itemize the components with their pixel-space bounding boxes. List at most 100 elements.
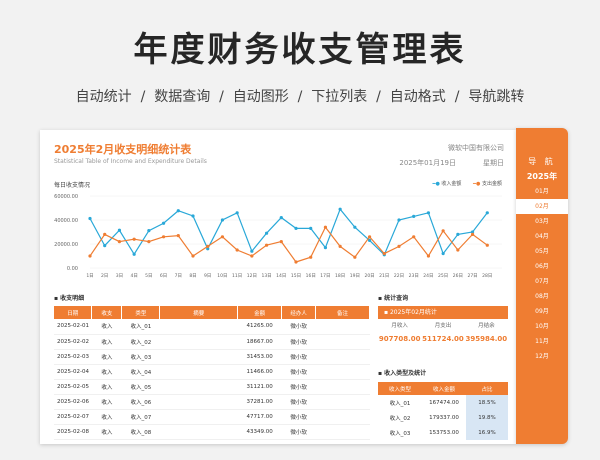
x-tick-label: 7日: [175, 273, 182, 279]
x-tick-label: 2日: [101, 273, 108, 279]
cell-category: 收入_06: [121, 394, 160, 410]
cell-income-amount: 179337.00: [429, 414, 459, 421]
data-point: [412, 214, 416, 218]
cell-type: 收入: [91, 424, 122, 440]
data-point: [338, 244, 342, 248]
data-point: [161, 235, 166, 239]
cell-note: [315, 319, 370, 335]
x-tick-label: 12日: [247, 273, 257, 279]
stats-panel: ▪ 2025年02月统计 月收入 月支出 月结余 907708.00 51172…: [378, 306, 508, 345]
cell-category: 收入_08: [121, 424, 160, 440]
data-point: [456, 248, 460, 252]
x-tick-label: 17日: [320, 273, 330, 279]
cell-amount: 41265.00: [237, 319, 282, 335]
cell-date: 2025-02-03: [54, 349, 92, 365]
data-point: [412, 235, 416, 239]
stat-value-expense: 511724.00: [422, 335, 464, 343]
cell-type: 收入: [91, 409, 122, 425]
data-point: [132, 237, 136, 241]
cell-amount: 37281.00: [237, 394, 282, 410]
data-point: [353, 225, 357, 229]
nav-month-item[interactable]: 02月: [516, 199, 568, 214]
cell-amount: 31453.00: [237, 349, 282, 365]
cell-summary: [159, 349, 238, 365]
data-point: [485, 211, 489, 215]
nav-month-item[interactable]: 06月: [516, 259, 568, 274]
cell-handler: 微小软: [281, 424, 316, 440]
col-share-pct: 占比: [466, 382, 508, 395]
x-tick-label: 4日: [130, 273, 137, 279]
nav-month-item[interactable]: 07月: [516, 274, 568, 289]
nav-month-item[interactable]: 11月: [516, 334, 568, 349]
table-row: 2025-02-07 收入 收入_07 47717.00 微小软: [54, 409, 370, 425]
x-tick-label: 28日: [482, 273, 492, 279]
data-point: [338, 207, 342, 211]
cell-date: 2025-02-05: [54, 379, 92, 395]
col-income-type: 收入类型: [378, 382, 422, 395]
cell-category: 收入_04: [121, 364, 160, 380]
col-income-amount: 收入金额: [422, 382, 466, 395]
nav-month-item[interactable]: 12月: [516, 349, 568, 364]
x-tick-label: 21日: [379, 273, 389, 279]
nav-month-item[interactable]: 08月: [516, 289, 568, 304]
data-point: [294, 260, 298, 264]
x-tick-label: 1日: [86, 273, 93, 279]
data-point: [235, 211, 239, 215]
x-tick-label: 9日: [204, 273, 211, 279]
data-point: [191, 254, 195, 258]
feature-separator: /: [367, 89, 390, 105]
data-point: [264, 231, 269, 235]
data-point: [456, 232, 460, 236]
data-point: [103, 243, 107, 248]
nav-month-item[interactable]: 05月: [516, 244, 568, 259]
cell-note: [315, 364, 370, 380]
x-tick-label: 24日: [423, 273, 433, 279]
cell-date: 2025-02-02: [54, 334, 92, 350]
y-tick-label: 60000.00: [54, 194, 78, 200]
cell-handler: 微小软: [281, 349, 316, 365]
cell-date: 2025-02-07: [54, 409, 92, 425]
cell-date: 2025-02-08: [54, 424, 92, 440]
nav-month-item[interactable]: 01月: [516, 184, 568, 199]
cell-amount: 18667.00: [237, 334, 282, 350]
feature-auto-stat: 自动统计: [75, 89, 132, 105]
stat-label-income: 月收入: [391, 323, 408, 329]
x-tick-label: 14日: [276, 273, 286, 279]
data-point: [161, 221, 166, 225]
nav-month-item[interactable]: 03月: [516, 214, 568, 229]
cell-share-pct: 16.9%: [466, 425, 508, 440]
stats-query-select[interactable]: ▪ 2025年02月统计: [378, 306, 508, 319]
x-tick-label: 18日: [335, 273, 345, 279]
data-point: [382, 252, 386, 256]
sheet-subtitle: Statistical Table of Income and Expendit…: [54, 158, 207, 165]
cell-amount: 47717.00: [237, 409, 282, 425]
cell-type: 收入: [91, 394, 122, 410]
cell-date: 2025-02-01: [54, 319, 92, 335]
stats-section-title: ▪ 统计查询: [378, 295, 409, 302]
hero-title: 年度财务收支管理表: [133, 30, 467, 70]
cell-summary: [159, 334, 238, 350]
data-point: [147, 240, 151, 244]
nav-month-item[interactable]: 04月: [516, 229, 568, 244]
y-tick-label: 40000.00: [54, 218, 78, 224]
nav-month-item[interactable]: 10月: [516, 319, 568, 334]
cell-summary: [159, 409, 238, 425]
cell-summary: [159, 319, 238, 335]
table-row: 2025-02-05 收入 收入_05 31121.00 微小软: [54, 379, 370, 395]
feature-separator: /: [445, 89, 469, 105]
table-row: 2025-02-03 收入 收入_03 31453.00 微小软: [54, 349, 370, 365]
x-tick-label: 19日: [350, 273, 360, 279]
cell-category: 收入_01: [121, 319, 160, 335]
cell-note: [315, 394, 370, 410]
nav-month-item[interactable]: 09月: [516, 304, 568, 319]
cell-note: [315, 379, 370, 395]
x-tick-label: 20日: [364, 273, 374, 279]
nav-title: 导 航: [528, 157, 556, 166]
cell-type: 收入: [91, 379, 122, 395]
table-row: 收入_03 153753.00 16.9%: [378, 425, 508, 440]
col-summary: 摘要: [159, 306, 239, 319]
feature-data-query: 数据查询: [154, 89, 211, 105]
table-row: 2025-02-08 收入 收入_08 43349.00 微小软: [54, 424, 370, 440]
x-tick-label: 10日: [217, 273, 227, 279]
data-point: [147, 229, 151, 233]
